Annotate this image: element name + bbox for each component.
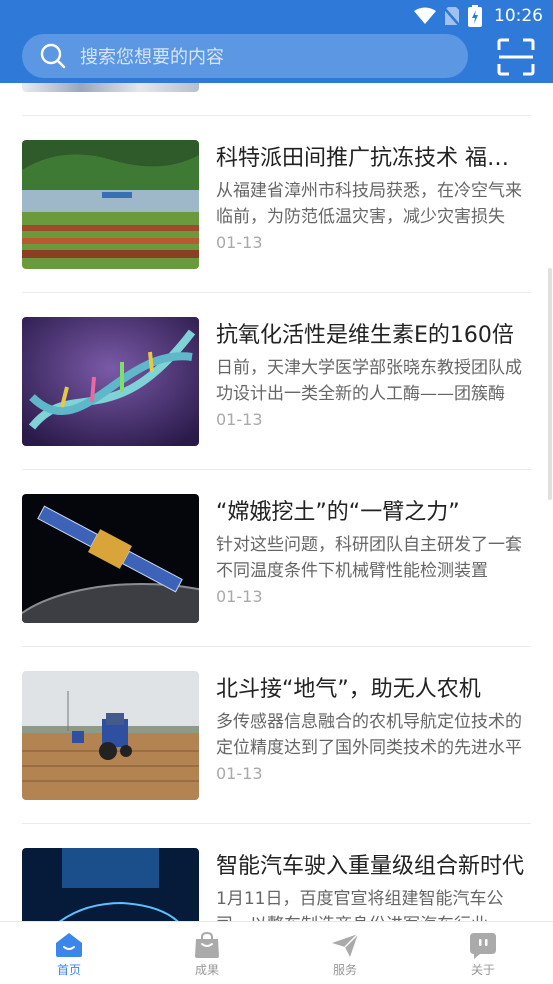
- bag-icon: [195, 931, 219, 958]
- article-title[interactable]: 抗氧化活性是维生素E的160倍: [216, 321, 530, 351]
- search-icon: [40, 43, 66, 69]
- article-thumbnail-satellite: [22, 494, 199, 623]
- nav-item-services[interactable]: 服务: [276, 922, 414, 984]
- article-summary: 1月11日，百度官宣将组建智能汽车公司，以整车制造商身份进军汽车行业: [216, 889, 504, 921]
- article-summary: 针对这些问题，科研团队自主研发了一套不同温度条件下机械臂性能检测装置: [216, 535, 522, 581]
- status-icons: 10:26: [414, 4, 543, 28]
- previous-article-thumbnail[interactable]: [22, 83, 199, 92]
- paper-plane-icon: [332, 933, 359, 957]
- article-title[interactable]: 科特派田间推广抗冻技术 福建漳州: [216, 144, 530, 174]
- nav-label: 成果: [194, 963, 219, 977]
- battery-charging-icon: [468, 5, 482, 27]
- article-date: 01-13: [216, 233, 263, 252]
- nav-item-home[interactable]: 首页: [0, 922, 138, 984]
- wifi-icon: [414, 7, 436, 24]
- article-item[interactable]: “嫦娥挖土”的“一臂之力” 针对这些问题，科研团队自主研发了一套不同温度条件下机…: [0, 494, 553, 624]
- article-list[interactable]: 科特派田间推广抗冻技术 福建漳州 从福建省漳州市科技局获悉，在冷空气来临前，为防…: [0, 83, 553, 921]
- article-summary: 从福建省漳州市科技局获悉，在冷空气来临前，为防范低温灾害，减少灾害损失: [216, 181, 522, 227]
- divider: [22, 646, 531, 647]
- divider: [22, 469, 531, 470]
- article-summary: 日前，天津大学医学部张晓东教授团队成功设计出一类全新的人工酶——团簇酶: [216, 358, 522, 404]
- article-item[interactable]: 智能汽车驶入重量级组合新时代 1月11日，百度官宣将组建智能汽车公司，以整车制造…: [0, 848, 553, 921]
- nav-item-achievements[interactable]: 成果: [138, 922, 276, 984]
- article-title[interactable]: “嫦娥挖土”的“一臂之力”: [216, 498, 530, 528]
- search-bar[interactable]: 搜索您想要的内容: [22, 34, 468, 78]
- search-placeholder[interactable]: 搜索您想要的内容: [80, 43, 224, 69]
- scrollbar[interactable]: [548, 268, 552, 500]
- divider: [22, 292, 531, 293]
- nav-label: 首页: [56, 963, 81, 977]
- article-title[interactable]: 智能汽车驶入重量级组合新时代: [216, 852, 530, 882]
- scan-icon[interactable]: [497, 38, 535, 76]
- app-header: 10:26 搜索您想要的内容: [0, 0, 553, 83]
- article-date: 01-13: [216, 410, 263, 429]
- article-thumbnail-smart-car: [22, 848, 199, 921]
- no-sim-icon: [444, 7, 460, 26]
- chat-bubble-icon: [470, 933, 496, 959]
- nav-item-about[interactable]: 关于: [414, 922, 552, 984]
- divider: [22, 823, 531, 824]
- clock: 10:26: [494, 6, 543, 26]
- home-icon: [56, 933, 82, 957]
- article-item[interactable]: 科特派田间推广抗冻技术 福建漳州 从福建省漳州市科技局获悉，在冷空气来临前，为防…: [0, 140, 553, 270]
- article-item[interactable]: 抗氧化活性是维生素E的160倍 日前，天津大学医学部张晓东教授团队成功设计出一类…: [0, 317, 553, 447]
- article-thumbnail-dna: [22, 317, 199, 446]
- article-item[interactable]: 北斗接“地气”，助无人农机 多传感器信息融合的农机导航定位技术的定位精度达到了国…: [0, 671, 553, 801]
- bottom-navigation: 首页 成果 服务 关于: [0, 921, 553, 984]
- article-title[interactable]: 北斗接“地气”，助无人农机: [216, 675, 530, 705]
- article-date: 01-13: [216, 764, 263, 783]
- article-date: 01-13: [216, 587, 263, 606]
- article-thumbnail-tractor: [22, 671, 199, 800]
- article-thumbnail-farmland: [22, 140, 199, 269]
- divider: [22, 115, 531, 116]
- article-summary: 多传感器信息融合的农机导航定位技术的定位精度达到了国外同类技术的先进水平: [216, 712, 522, 758]
- nav-label: 服务: [332, 963, 357, 977]
- nav-label: 关于: [470, 963, 495, 977]
- status-bar: 10:26: [0, 0, 553, 32]
